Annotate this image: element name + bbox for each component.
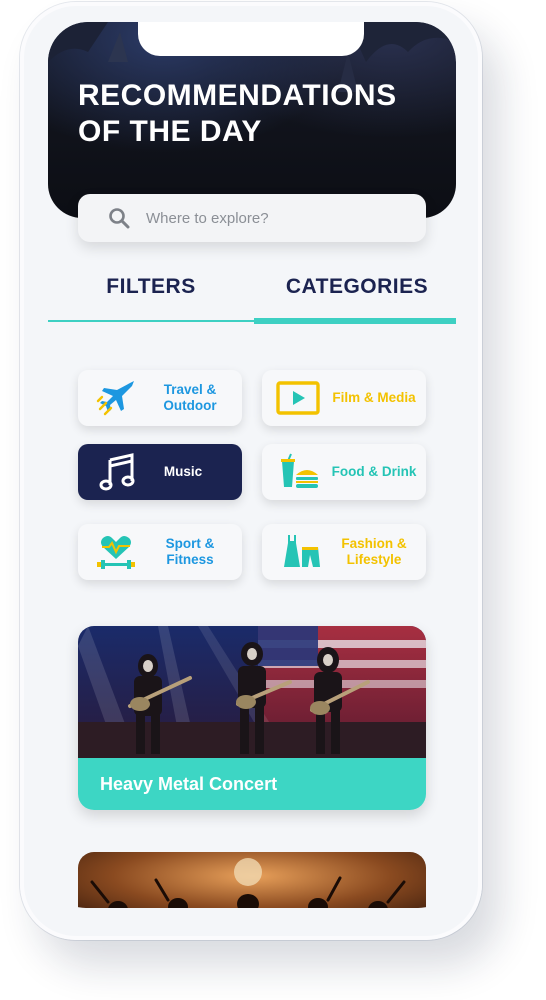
- category-label: Fashion & Lifestyle: [341, 536, 407, 567]
- burger-drink-icon: [281, 453, 318, 488]
- tab-divider: [48, 320, 254, 322]
- play-screen-icon: [276, 381, 320, 415]
- category-music[interactable]: Music: [78, 444, 242, 500]
- category-label: Travel & Outdoor: [163, 382, 217, 413]
- search-bar[interactable]: [78, 194, 426, 242]
- category-label: Food & Drink: [331, 464, 417, 479]
- app-screen: RECOMMENDATIONS OF THE DAY FILTERS CATEG…: [48, 22, 456, 908]
- category-label: Film & Media: [332, 390, 416, 405]
- tab-categories[interactable]: CATEGORIES: [254, 272, 456, 324]
- search-input[interactable]: [146, 194, 406, 242]
- heart-dumbbell-icon: [97, 536, 135, 569]
- event-card-partial[interactable]: [78, 852, 426, 908]
- category-fashion-lifestyle[interactable]: Fashion & Lifestyle: [262, 524, 426, 580]
- category-food-drink[interactable]: Food & Drink: [262, 444, 426, 500]
- category-label: Music: [163, 464, 203, 479]
- page-title: RECOMMENDATIONS OF THE DAY: [78, 78, 438, 150]
- event-title-bar: Heavy Metal Concert: [78, 758, 426, 810]
- concert-stage-image: [78, 626, 426, 758]
- airplane-icon: [96, 381, 134, 416]
- music-note-icon: [99, 453, 135, 491]
- active-tab-indicator: [254, 318, 456, 324]
- event-title: Heavy Metal Concert: [100, 774, 278, 794]
- performers-stage-image: [78, 852, 426, 908]
- phone-notch: [138, 22, 364, 56]
- tab-bar: FILTERS CATEGORIES: [48, 272, 456, 324]
- category-travel-outdoor[interactable]: Travel & Outdoor: [78, 370, 242, 426]
- dress-pants-icon: [284, 535, 320, 567]
- category-label: Sport & Fitness: [165, 536, 215, 567]
- tab-filters[interactable]: FILTERS: [48, 272, 254, 324]
- hero-banner: RECOMMENDATIONS OF THE DAY: [48, 22, 456, 218]
- title-line-1: RECOMMENDATIONS: [78, 79, 397, 112]
- title-line-2: OF THE DAY: [78, 115, 262, 148]
- search-icon: [109, 208, 130, 229]
- category-sport-fitness[interactable]: Sport & Fitness: [78, 524, 242, 580]
- event-card[interactable]: Heavy Metal Concert: [78, 626, 426, 810]
- category-film-media[interactable]: Film & Media: [262, 370, 426, 426]
